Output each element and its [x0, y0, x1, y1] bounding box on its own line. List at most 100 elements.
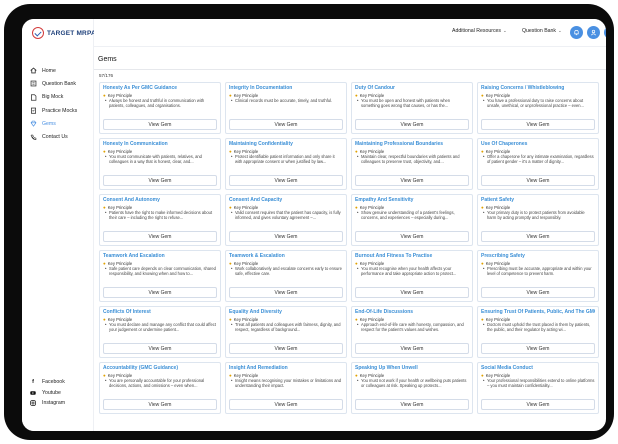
gem-title[interactable]: Patient Safety	[481, 197, 595, 203]
view-gem-button[interactable]: View Gem	[229, 287, 343, 298]
gem-title[interactable]: Use Of Chaperones	[481, 141, 595, 147]
phone-icon	[30, 134, 37, 141]
gem-card: Duty Of Candour●Key PrincipleYou must be…	[351, 82, 473, 134]
social-link-instagram[interactable]: Instagram	[30, 398, 90, 409]
view-gem-button[interactable]: View Gem	[229, 399, 343, 410]
gem-description: You are personally accountable for your …	[103, 378, 217, 388]
gem-title[interactable]: Empathy And Sensitivity	[355, 197, 469, 203]
gem-description: You have a professional duty to raise co…	[481, 98, 595, 108]
document-icon	[30, 94, 37, 101]
sidebar-item-label: Big Mock	[42, 94, 64, 101]
logo-icon	[32, 27, 44, 39]
gem-card: Raising Concerns / Whistleblowing ● Key Pr…	[477, 82, 599, 134]
gem-title[interactable]: Honesty As Per GMC Guidance	[103, 85, 217, 91]
gem-title[interactable]: Raising Concerns / Whistleblowing	[481, 85, 595, 91]
gem-title[interactable]: Prescribing Safety	[481, 253, 595, 259]
sidebar-item-question-bank[interactable]: Question Bank	[30, 77, 90, 90]
gem-description: Show genuine understanding of a patient'…	[355, 210, 469, 220]
view-gem-button[interactable]: View Gem	[229, 175, 343, 186]
gem-title[interactable]: Integrity In Documentation	[229, 85, 343, 91]
sidebar-item-big-mock[interactable]: Big Mock	[30, 91, 90, 104]
gem-title[interactable]: Honesty In Communication	[103, 141, 217, 147]
gem-card: Teamwork And Escalation●Key PrincipleSaf…	[99, 250, 221, 302]
gem-title[interactable]: Duty Of Candour	[355, 85, 469, 91]
gem-title[interactable]: Equality And Diversity	[229, 309, 343, 315]
sidebar-item-contact-us[interactable]: Contact Us	[30, 130, 90, 143]
gems-grid: Honesty As Per GMC Guidance ● Key Principl…	[99, 82, 603, 414]
sidebar-nav: Home Question Bank Big Mock Practice Moc…	[30, 64, 90, 144]
gem-title[interactable]: Teamwork & Escalation	[229, 253, 343, 259]
gem-title[interactable]: Ensuring Trust Of Patients, Public, And …	[481, 309, 595, 315]
gem-card: Accountability (GMC Guidance) ● Key Princi…	[99, 362, 221, 414]
clipboard-icon	[30, 107, 37, 114]
gem-card: Maintaining Confidentiality ● Key Principl…	[225, 138, 347, 190]
view-gem-button[interactable]: View Gem	[103, 287, 217, 298]
gem-card: Speaking Up When Unwell●Key PrincipleYou…	[351, 362, 473, 414]
home-icon	[30, 67, 37, 74]
view-gem-button[interactable]: View Gem	[481, 343, 595, 354]
gem-title[interactable]: Maintaining Confidentiality	[229, 141, 343, 147]
view-gem-button[interactable]: View Gem	[355, 175, 469, 186]
gem-title[interactable]: Speaking Up When Unwell	[355, 365, 469, 371]
view-gem-button[interactable]: View Gem	[481, 175, 595, 186]
gem-card: Use Of Chaperones●Key PrincipleOffer a c…	[477, 138, 599, 190]
gem-description: Work collaboratively and escalate concer…	[229, 266, 343, 276]
sidebar-item-practice-mocks[interactable]: Practice Mocks	[30, 104, 90, 117]
social-label: Youtube	[42, 389, 61, 396]
view-gem-button[interactable]: View Gem	[481, 399, 595, 410]
gem-title[interactable]: Consent And Autonomy	[103, 197, 217, 203]
social-label: Facebook	[42, 379, 65, 386]
topbar: Additional Resources⌄ Question Bank⌄ ••	[94, 19, 606, 47]
view-gem-button[interactable]: View Gem	[103, 119, 217, 130]
view-gem-button[interactable]: View Gem	[481, 287, 595, 298]
chevron-down-icon: ⌄	[558, 28, 562, 33]
page-title: Gems	[98, 56, 117, 63]
gem-title[interactable]: Conflicts Of Interest	[103, 309, 217, 315]
view-gem-button[interactable]: View Gem	[103, 343, 217, 354]
instagram-icon	[30, 400, 36, 407]
gem-title[interactable]: Accountability (GMC Guidance)	[103, 365, 217, 371]
view-gem-button[interactable]: View Gem	[229, 119, 343, 130]
sidebar-item-home[interactable]: Home	[30, 64, 90, 77]
gem-card: Maintaining Professional Boundaries ● Key …	[351, 138, 473, 190]
view-gem-button[interactable]: View Gem	[103, 399, 217, 410]
gem-card: Insight And Remediation●Key PrincipleIns…	[225, 362, 347, 414]
gem-description: You must communicate with patients, rela…	[103, 154, 217, 164]
question-bank-dropdown[interactable]: Question Bank ⌄	[522, 28, 562, 34]
view-gem-button[interactable]: View Gem	[355, 287, 469, 298]
additional-resources-dropdown[interactable]: Additional Resources ⌄	[452, 28, 507, 34]
more-options-button[interactable]: ••	[604, 26, 606, 39]
youtube-icon	[30, 390, 36, 396]
gem-title[interactable]: End-Of-Life Discussions	[355, 309, 469, 315]
sidebar-item-gems[interactable]: Gems	[30, 117, 90, 130]
view-gem-button[interactable]: View Gem	[355, 399, 469, 410]
profile-button[interactable]	[587, 26, 600, 39]
dropdown-label: Question Bank	[522, 28, 557, 34]
view-gem-button[interactable]: View Gem	[103, 175, 217, 186]
view-gem-button[interactable]: View Gem	[355, 119, 469, 130]
gem-title[interactable]: Consent And Capacity	[229, 197, 343, 203]
gem-title[interactable]: Burnout And Fitness To Practise	[355, 253, 469, 259]
view-gem-button[interactable]: View Gem	[229, 343, 343, 354]
gem-description: Valid consent requires that the patient …	[229, 210, 343, 220]
view-gem-button[interactable]: View Gem	[229, 231, 343, 242]
gem-title[interactable]: Teamwork And Escalation	[103, 253, 217, 259]
gem-card: Prescribing Safety●Key PrinciplePrescrib…	[477, 250, 599, 302]
view-gem-button[interactable]: View Gem	[355, 343, 469, 354]
gem-title[interactable]: Insight And Remediation	[229, 365, 343, 371]
view-gem-button[interactable]: View Gem	[355, 231, 469, 242]
gem-card: Consent And Capacity●Key PrincipleValid …	[225, 194, 347, 246]
dropdown-label: Additional Resources	[452, 28, 502, 34]
gem-title[interactable]: Social Media Conduct	[481, 365, 595, 371]
view-gem-button[interactable]: View Gem	[103, 231, 217, 242]
notifications-button[interactable]	[570, 26, 583, 39]
social-link-facebook[interactable]: f Facebook	[30, 377, 90, 388]
divider	[94, 69, 606, 70]
view-gem-button[interactable]: View Gem	[481, 231, 595, 242]
view-gem-button[interactable]: View Gem	[481, 119, 595, 130]
brand-logo[interactable]: TARGET MRPA	[32, 27, 96, 39]
gem-title[interactable]: Maintaining Professional Boundaries	[355, 141, 469, 147]
gem-description: Prescribing must be accurate, appropriat…	[481, 266, 595, 276]
social-link-youtube[interactable]: Youtube	[30, 388, 90, 399]
gem-description: Offer a chaperone for any intimate exami…	[481, 154, 595, 164]
